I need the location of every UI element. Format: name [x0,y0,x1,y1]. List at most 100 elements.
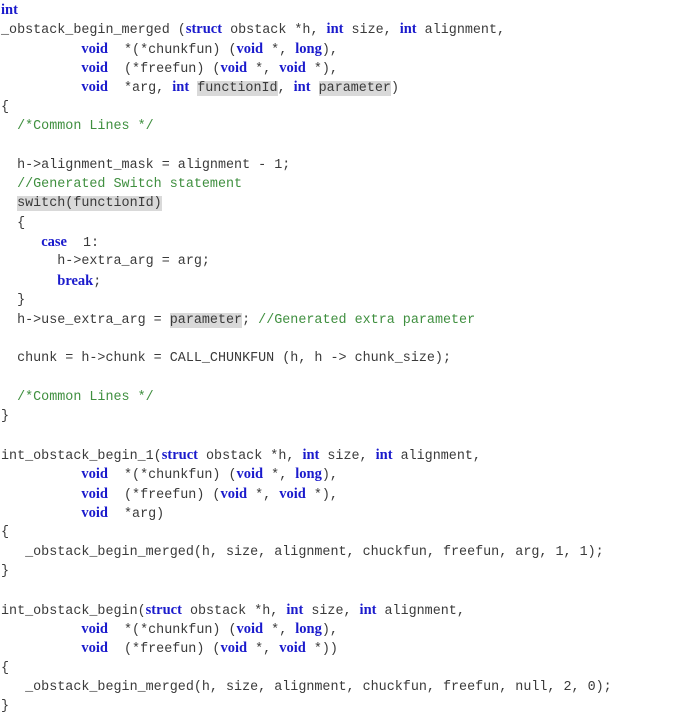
code-line: /*Common Lines */ [1,388,612,407]
code-text: ) [390,81,399,97]
keyword: int [1,2,18,18]
code-text: *arg) [107,506,165,522]
keyword: void [279,640,306,657]
code-text: *, [263,468,296,484]
code-text: { [1,660,10,676]
code-text: } [1,293,26,309]
code-text: *, [247,487,280,503]
keyword: void [236,40,264,57]
comment: //Generated Switch statement [17,177,243,193]
keyword: int [286,601,304,618]
keyword: void [81,621,108,637]
code-line: chunk = h->chunk = CALL_CHUNKFUN (h, h -… [1,349,612,368]
keyword: void [236,621,264,637]
keyword: int [375,446,393,463]
code-text: ; [242,312,259,328]
comment: /*Common Lines */ [17,119,154,135]
code-text: *, [263,42,296,58]
code-line: void *(*chunkfun) (void *, long), [1,620,612,639]
code-line: h->extra_arg = arg; [1,252,612,271]
code-line: { [1,98,612,117]
keyword: struct [185,21,223,38]
code-line: //Generated Switch statement [1,175,612,194]
keyword: int [399,21,417,38]
code-line: switch(functionId) [1,194,612,213]
keyword: void [220,485,248,502]
code-text: *arg, [107,81,173,97]
keyword: int [359,601,377,618]
keyword: void [279,60,306,77]
keyword: void [81,60,108,77]
code-listing: int _obstack_begin_merged (struct obstack… [1,1,612,717]
code-text: alignment, [392,448,481,464]
code-text: int_obstack_begin_1( [1,448,162,464]
keyword: int [293,79,311,96]
keyword: void [220,60,248,77]
keyword: void [81,79,108,96]
code-line: } [1,407,612,426]
code-text: h->alignment_mask = alignment - 1; [1,157,291,173]
code-text: *, [247,62,280,78]
code-text: _obstack_begin_merged(h, size, alignment… [1,544,604,560]
code-line: } [1,291,612,310]
code-line: _obstack_begin_merged(h, size, alignment… [1,543,612,562]
code-text: { [1,525,10,541]
code-text: *), [305,62,338,78]
keyword: break [57,272,94,289]
highlighted-token: switch(functionId) [17,196,162,212]
keyword: void [81,466,108,483]
code-line: { [1,659,612,678]
code-line: void *(*chunkfun) (void *, long), [1,465,612,484]
code-text: { [1,215,26,231]
code-text: obstack *h, [181,603,287,619]
code-text: chunk = h->chunk = CALL_CHUNKFUN (h, h -… [1,351,451,367]
code-line: _obstack_begin_merged(h, size, alignment… [1,678,612,697]
code-line: void *arg) [1,504,612,523]
code-text: } [1,409,10,425]
comment: //Generated extra parameter [258,312,476,328]
code-text: ), [321,42,338,58]
code-text: ), [321,468,338,484]
code-text: _obstack_begin_merged ( [1,23,186,39]
code-text: alignment, [376,603,465,619]
code-text: { [1,99,10,115]
code-line: { [1,523,612,542]
code-text: size, [343,23,400,39]
keyword: int [172,79,190,96]
highlighted-token: parameter [169,312,243,328]
keyword: struct [161,446,198,463]
code-line: void (*freefun) (void *, void *), [1,59,612,78]
keyword: void [220,640,248,657]
code-line: void *(*chunkfun) (void *, long), [1,40,612,59]
code-line: int_obstack_begin(struct obstack *h, int… [1,601,612,620]
code-text: h->extra_arg = arg; [1,254,210,270]
code-line: } [1,697,612,716]
code-text: *, [247,642,280,658]
highlighted-token: functionId [197,81,278,97]
code-text: alignment, [416,23,506,39]
code-line: void (*freefun) (void *, void *), [1,485,612,504]
code-text: (*freefun) ( [107,642,221,658]
code-text: int_obstack_begin( [1,603,146,619]
keyword: case [41,234,67,251]
keyword: int [302,446,320,463]
code-text: *(*chunkfun) ( [107,468,237,484]
code-text: , [277,81,294,97]
code-line: _obstack_begin_merged (struct obstack *h… [1,20,612,39]
keyword: int [326,21,344,38]
keyword: void [279,485,306,502]
code-text: *), [305,487,338,503]
